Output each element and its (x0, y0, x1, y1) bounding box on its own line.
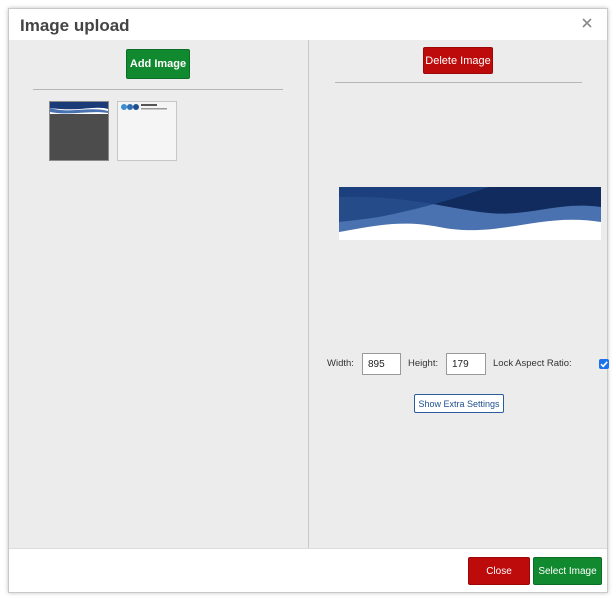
lock-aspect-ratio-checkbox[interactable] (599, 359, 609, 369)
close-button[interactable]: Close (468, 557, 530, 585)
image-thumbnail-logo[interactable] (117, 101, 177, 161)
image-preview-pane: Delete Image Width: Height: Lock Aspect … (309, 40, 609, 548)
image-thumbnail-banner[interactable] (49, 101, 109, 161)
show-extra-settings-button[interactable]: Show Extra Settings (414, 394, 504, 413)
divider (33, 89, 283, 90)
image-upload-dialog: Image upload Add Image Delete Image Widt… (8, 8, 609, 593)
image-preview (339, 187, 601, 240)
divider (335, 82, 582, 83)
height-field[interactable] (446, 353, 486, 375)
image-size-controls: Width: Height: Lock Aspect Ratio: (327, 353, 609, 375)
dialog-footer: Close Select Image (9, 548, 607, 592)
close-icon[interactable] (579, 15, 595, 31)
lock-aspect-ratio-label: Lock Aspect Ratio: (493, 358, 572, 369)
dialog-body: Add Image Delete Image Width: 895 Height… (9, 40, 609, 548)
add-image-button[interactable]: Add Image (126, 49, 190, 79)
height-label: Height: (408, 358, 439, 369)
dialog-title-bar: Image upload (9, 9, 607, 41)
delete-image-button[interactable]: Delete Image (423, 47, 493, 74)
select-image-button[interactable]: Select Image (533, 557, 602, 585)
image-library-pane: Add Image (9, 40, 309, 548)
width-label: Width: (327, 358, 354, 369)
dialog-title: Image upload (20, 16, 130, 35)
width-field[interactable] (362, 353, 401, 375)
